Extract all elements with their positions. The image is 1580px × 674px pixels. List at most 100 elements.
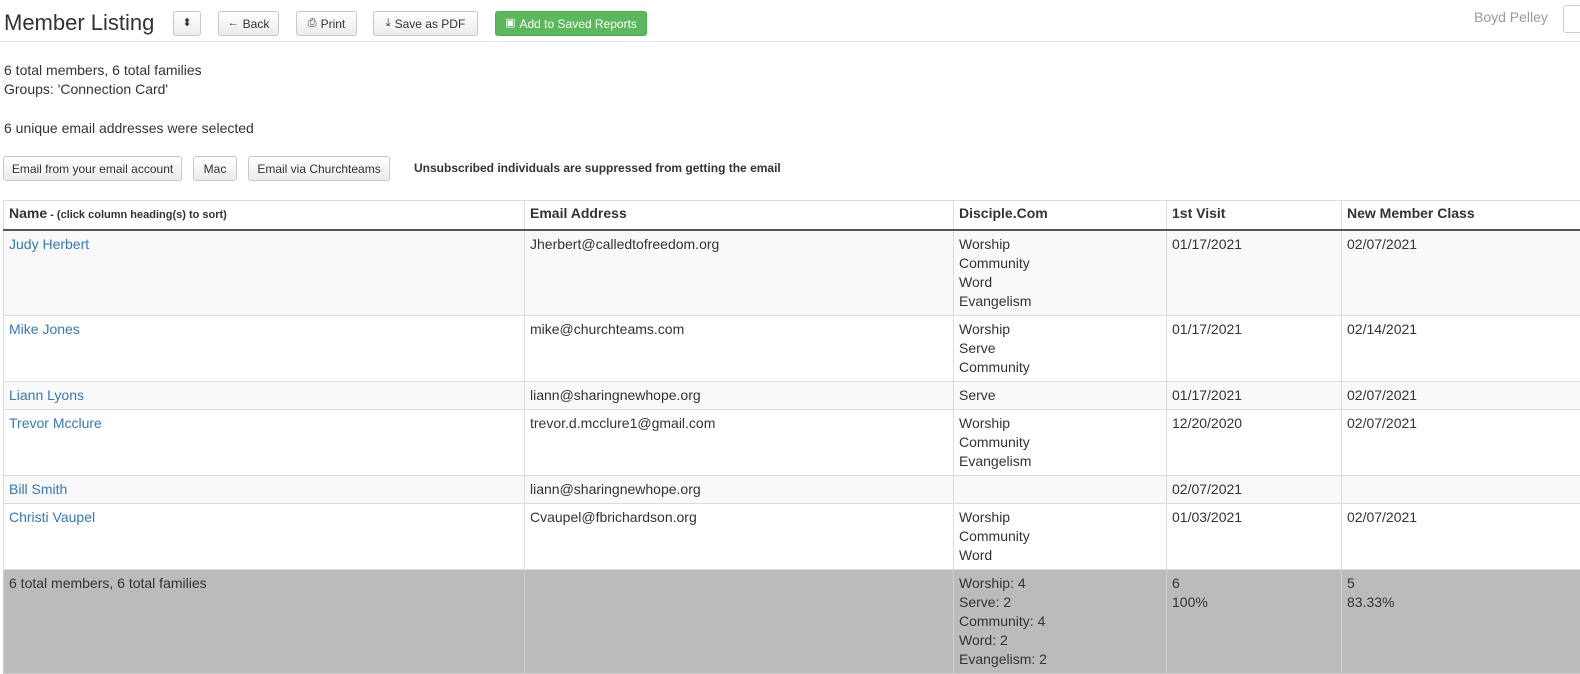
arrow-left-icon: ←	[228, 18, 239, 29]
email-from-account-button[interactable]: Email from your email account	[3, 156, 182, 181]
cell-disciple: WorshipCommunityWord	[954, 504, 1167, 570]
member-name-link[interactable]: Trevor Mcclure	[9, 415, 102, 431]
summary-new-member: 583.33%	[1342, 570, 1580, 674]
cell-email: Jherbert@calledtofreedom.org	[525, 230, 954, 316]
user-name[interactable]: Boyd Pelley	[1474, 9, 1548, 25]
cell-first-visit: 01/17/2021	[1167, 382, 1342, 410]
sort-icon: ⬍	[182, 18, 191, 29]
member-name-link[interactable]: Mike Jones	[9, 321, 80, 337]
cell-email: mike@churchteams.com	[525, 316, 954, 382]
disciple-tag: Community	[959, 358, 1161, 377]
summary-disciple-line: Community: 4	[959, 612, 1161, 631]
summary-first-visit: 6100%	[1167, 570, 1342, 674]
member-name-link[interactable]: Liann Lyons	[9, 387, 84, 403]
column-header-new-member-class[interactable]: New Member Class	[1342, 201, 1580, 231]
column-header-email[interactable]: Email Address	[525, 201, 954, 231]
cell-disciple: Serve	[954, 382, 1167, 410]
disciple-tag: Worship	[959, 508, 1161, 527]
table-row: Judy Herbert Jherbert@calledtofreedom.org…	[4, 230, 1580, 316]
cell-first-visit: 01/03/2021	[1167, 504, 1342, 570]
table-body: Judy Herbert Jherbert@calledtofreedom.org…	[4, 230, 1580, 674]
summary-first-visit-line: 100%	[1172, 593, 1336, 612]
disciple-tag: Community	[959, 527, 1161, 546]
cell-name: Judy Herbert	[4, 230, 525, 316]
cell-email: Cvaupel@fbrichardson.org	[525, 504, 954, 570]
cell-disciple: WorshipServeCommunity	[954, 316, 1167, 382]
cell-name: Trevor Mcclure	[4, 410, 525, 476]
download-icon: ⤓	[386, 18, 391, 29]
disciple-tag: Worship	[959, 320, 1161, 339]
member-name-link[interactable]: Christi Vaupel	[9, 509, 95, 525]
cell-first-visit: 12/20/2020	[1167, 410, 1342, 476]
floppy-disk-icon: ▣	[505, 18, 515, 29]
summary-email-empty	[525, 570, 954, 674]
back-button[interactable]: ← Back	[218, 11, 279, 36]
disciple-tag: Worship	[959, 414, 1161, 433]
table-row: Trevor Mcclure trevor.d.mcclure1@gmail.co…	[4, 410, 1580, 476]
print-button-label: Print	[321, 17, 346, 31]
disciple-tag: Community	[959, 254, 1161, 273]
cell-first-visit: 01/17/2021	[1167, 230, 1342, 316]
email-via-churchteams-button[interactable]: Email via Churchteams	[248, 156, 390, 181]
column-header-name-label: Name	[9, 205, 47, 221]
disciple-tag: Worship	[959, 235, 1161, 254]
cell-new-member-class: 02/07/2021	[1342, 410, 1580, 476]
summary-disciple: Worship: 4Serve: 2Community: 4Word: 2Eva…	[954, 570, 1167, 674]
print-button[interactable]: ⎙ Print	[296, 11, 357, 36]
disciple-tag: Evangelism	[959, 452, 1161, 471]
add-saved-reports-button[interactable]: ▣ Add to Saved Reports	[495, 11, 647, 36]
member-table: Name - (click column heading(s) to sort)…	[3, 200, 1580, 674]
table-header-row: Name - (click column heading(s) to sort)…	[4, 201, 1580, 231]
print-icon: ⎙	[308, 18, 317, 29]
table-row: Bill Smith liann@sharingnewhope.org 02/07/…	[4, 476, 1580, 504]
save-pdf-button[interactable]: ⤓ Save as PDF	[373, 11, 478, 36]
summary-new-member-line: 5	[1347, 574, 1578, 593]
cell-name: Christi Vaupel	[4, 504, 525, 570]
unsubscribed-note: Unsubscribed individuals are suppressed …	[414, 161, 781, 175]
table-summary-row: 6 total members, 6 total families Worship…	[4, 570, 1580, 674]
summary-disciple-line: Serve: 2	[959, 593, 1161, 612]
cell-disciple: WorshipCommunityWordEvangelism	[954, 230, 1167, 316]
cell-email: liann@sharingnewhope.org	[525, 476, 954, 504]
summary-new-member-line: 83.33%	[1347, 593, 1578, 612]
cell-first-visit: 01/17/2021	[1167, 316, 1342, 382]
cell-email: liann@sharingnewhope.org	[525, 382, 954, 410]
disciple-tag: Serve	[959, 339, 1161, 358]
cell-name: Liann Lyons	[4, 382, 525, 410]
add-saved-reports-label: Add to Saved Reports	[520, 17, 637, 31]
email-mac-button[interactable]: Mac	[193, 156, 237, 181]
cell-new-member-class: 02/14/2021	[1342, 316, 1580, 382]
disciple-tag: Community	[959, 433, 1161, 452]
cell-name: Mike Jones	[4, 316, 525, 382]
top-toolbar: Member Listing ⬍ ← Back ⎙ Print ⤓ Save a…	[0, 0, 1580, 42]
table-row: Liann Lyons liann@sharingnewhope.org Serve…	[4, 382, 1580, 410]
cell-new-member-class	[1342, 476, 1580, 504]
column-header-disciple[interactable]: Disciple.Com	[954, 201, 1167, 231]
user-menu-button[interactable]	[1563, 5, 1580, 33]
summary-first-visit-line: 6	[1172, 574, 1336, 593]
cell-first-visit: 02/07/2021	[1167, 476, 1342, 504]
table-row: Mike Jonesmike@churchteams.comWorshipSer…	[4, 316, 1580, 382]
member-name-link[interactable]: Bill Smith	[9, 481, 67, 497]
disciple-tag: Evangelism	[959, 292, 1161, 311]
sort-toggle-button[interactable]: ⬍	[173, 11, 201, 36]
summary-label: 6 total members, 6 total families	[4, 570, 525, 674]
member-name-link[interactable]: Judy Herbert	[9, 236, 89, 252]
table-row: Christi VaupelCvaupel@fbrichardson.orgWo…	[4, 504, 1580, 570]
column-header-first-visit[interactable]: 1st Visit	[1167, 201, 1342, 231]
totals-text: 6 total members, 6 total families	[4, 62, 202, 78]
disciple-tag: Serve	[959, 386, 1161, 405]
column-header-name[interactable]: Name - (click column heading(s) to sort)	[4, 201, 525, 231]
cell-new-member-class: 02/07/2021	[1342, 382, 1580, 410]
cell-new-member-class: 02/07/2021	[1342, 504, 1580, 570]
disciple-tag: Word	[959, 546, 1161, 565]
page-title: Member Listing	[4, 10, 154, 36]
email-count-text: 6 unique email addresses were selected	[4, 120, 254, 136]
cell-email: trevor.d.mcclure1@gmail.com	[525, 410, 954, 476]
cell-new-member-class: 02/07/2021	[1342, 230, 1580, 316]
back-button-label: Back	[243, 17, 270, 31]
groups-text: Groups: 'Connection Card'	[4, 81, 168, 97]
summary-disciple-line: Worship: 4	[959, 574, 1161, 593]
column-sort-hint: - (click column heading(s) to sort)	[47, 209, 227, 221]
summary-disciple-line: Word: 2	[959, 631, 1161, 650]
